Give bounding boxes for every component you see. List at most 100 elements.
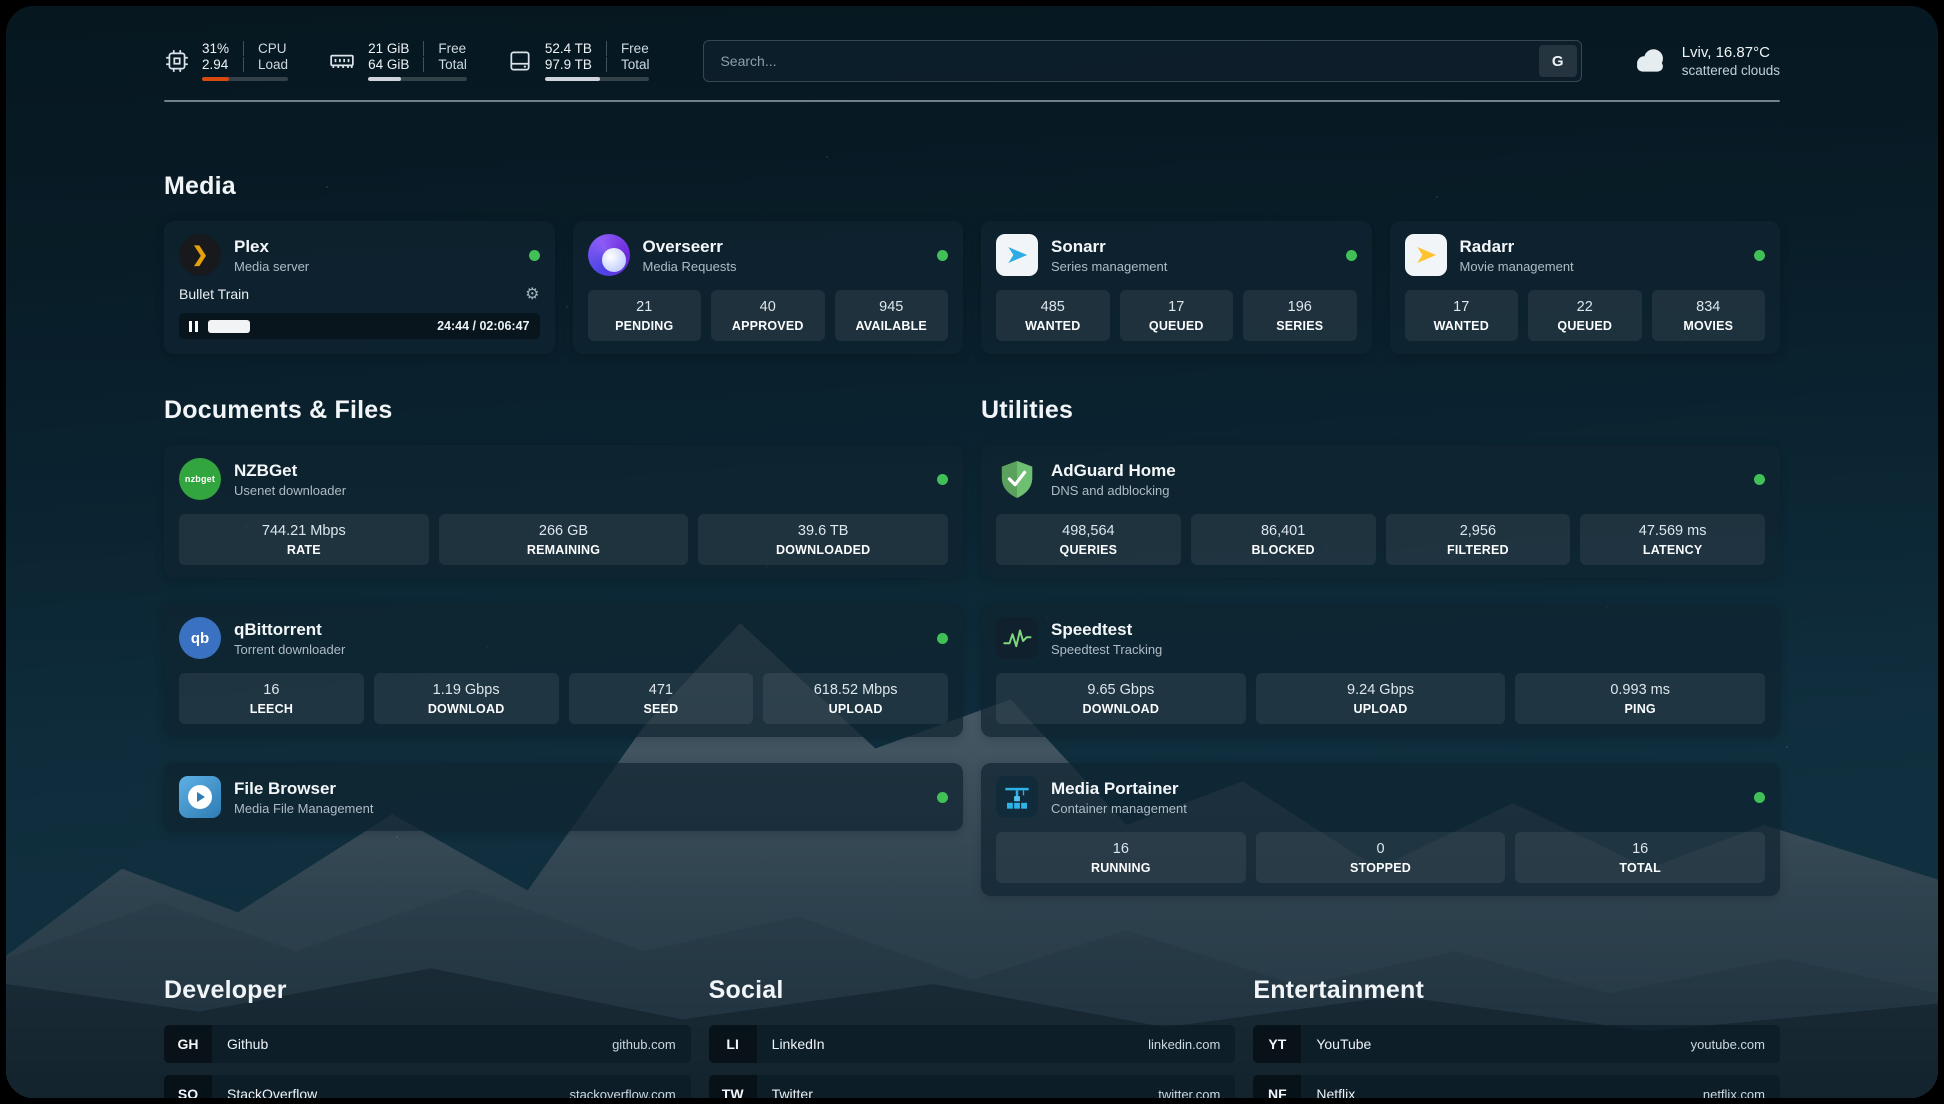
bookmark-name: StackOverflow (212, 1086, 317, 1098)
app-name: Overseerr (643, 237, 737, 257)
bookmark-name: LinkedIn (757, 1036, 825, 1052)
disk-free-value: 52.4 TB (545, 41, 606, 56)
bookmark-name: Twitter (757, 1086, 813, 1098)
seek-track[interactable] (208, 320, 427, 333)
bookmark-abbr: YT (1253, 1025, 1301, 1063)
app-name: Speedtest (1051, 620, 1162, 640)
overseerr-icon (588, 234, 630, 276)
stat-queries: 498,564QUERIES (996, 514, 1181, 565)
stat-download: 1.19 GbpsDOWNLOAD (374, 673, 559, 724)
disk-total-value: 97.9 TB (545, 57, 606, 72)
utilities-column: Utilities AdGuard Home DNS and (981, 396, 1780, 922)
pause-icon[interactable] (189, 321, 198, 332)
disk-total-label: Total (606, 57, 650, 72)
cpu-percent: 31% (202, 41, 243, 56)
bookmark-url: twitter.com (1158, 1087, 1235, 1099)
stat-blocked: 86,401BLOCKED (1191, 514, 1376, 565)
memory-total-value: 64 GiB (368, 57, 423, 72)
app-subtitle: Series management (1051, 259, 1167, 274)
dashboard-screen: 31% CPU 2.94 Load (6, 6, 1938, 1098)
stat-series: 196SERIES (1243, 290, 1357, 341)
adguard-card[interactable]: AdGuard Home DNS and adblocking 498,564Q… (981, 445, 1780, 578)
status-online-dot (1346, 250, 1357, 261)
status-online-dot (529, 250, 540, 261)
stat-rate: 744.21 MbpsRATE (179, 514, 429, 565)
app-name: Radarr (1460, 237, 1574, 257)
overseerr-card[interactable]: Overseerr Media Requests 21PENDING 40APP… (573, 221, 964, 354)
plex-card[interactable]: ❯ Plex Media server Bullet Train ⚙ 24:44… (164, 221, 555, 354)
stat-total: 16TOTAL (1515, 832, 1765, 883)
stat-seed: 471SEED (569, 673, 754, 724)
search-bar: G (703, 40, 1581, 82)
stat-queued: 17QUEUED (1120, 290, 1234, 341)
bookmark-linkedin[interactable]: LI LinkedIn linkedin.com (709, 1025, 1236, 1063)
section-title-entertainment: Entertainment (1253, 976, 1780, 1005)
social-bookmarks: Social LI LinkedIn linkedin.com TW Twitt… (709, 976, 1236, 1098)
speedtest-card[interactable]: Speedtest Speedtest Tracking 9.65 GbpsDO… (981, 604, 1780, 737)
now-playing-title: Bullet Train (179, 286, 249, 302)
radarr-card[interactable]: Radarr Movie management 17WANTED 22QUEUE… (1390, 221, 1781, 354)
bookmark-youtube[interactable]: YT YouTube youtube.com (1253, 1025, 1780, 1063)
disk-icon (507, 48, 533, 74)
app-subtitle: Torrent downloader (234, 642, 345, 657)
app-subtitle: Media File Management (234, 801, 373, 816)
nzbget-icon: nzbget (179, 458, 221, 500)
cloud-icon (1630, 46, 1670, 76)
topbar: 31% CPU 2.94 Load (164, 40, 1780, 82)
cpu-icon (164, 48, 190, 74)
system-metrics: 31% CPU 2.94 Load (164, 41, 649, 81)
bookmark-github[interactable]: GH Github github.com (164, 1025, 691, 1063)
stat-pending: 21PENDING (588, 290, 702, 341)
app-subtitle: Usenet downloader (234, 483, 346, 498)
bookmark-netflix[interactable]: NF Netflix netflix.com (1253, 1075, 1780, 1098)
bookmark-abbr: LI (709, 1025, 757, 1063)
nzbget-card[interactable]: nzbget NZBGet Usenet downloader 744.21 M… (164, 445, 963, 578)
stat-running: 16RUNNING (996, 832, 1246, 883)
stat-upload: 9.24 GbpsUPLOAD (1256, 673, 1506, 724)
cpu-widget: 31% CPU 2.94 Load (164, 41, 288, 81)
cpu-load-value: 2.94 (202, 57, 243, 72)
media-grid: ❯ Plex Media server Bullet Train ⚙ 24:44… (164, 221, 1780, 354)
cpu-load-label: Load (243, 57, 288, 72)
bookmark-url: github.com (612, 1037, 691, 1052)
stat-wanted: 485WANTED (996, 290, 1110, 341)
portainer-card[interactable]: Media Portainer Container management 16R… (981, 763, 1780, 896)
bookmark-name: YouTube (1301, 1036, 1371, 1052)
memory-free-value: 21 GiB (368, 41, 423, 56)
bookmark-url: youtube.com (1691, 1037, 1780, 1052)
stat-downloaded: 39.6 TBDOWNLOADED (698, 514, 948, 565)
search-engine-button[interactable]: G (1539, 45, 1577, 77)
memory-total-label: Total (423, 57, 467, 72)
bookmark-abbr: NF (1253, 1075, 1301, 1098)
plex-icon: ❯ (179, 234, 221, 276)
disk-widget: 52.4 TB Free 97.9 TB Total (507, 41, 650, 81)
sonarr-card[interactable]: Sonarr Series management 485WANTED 17QUE… (981, 221, 1372, 354)
bookmark-stackoverflow[interactable]: SO StackOverflow stackoverflow.com (164, 1075, 691, 1098)
bookmark-abbr: SO (164, 1075, 212, 1098)
bookmark-url: stackoverflow.com (569, 1087, 690, 1099)
section-title-media: Media (164, 172, 1780, 201)
stat-leech: 16LEECH (179, 673, 364, 724)
bookmark-name: Github (212, 1036, 268, 1052)
bookmark-twitter[interactable]: TW Twitter twitter.com (709, 1075, 1236, 1098)
topbar-divider (164, 100, 1780, 102)
search-input[interactable] (703, 40, 1581, 82)
filebrowser-card[interactable]: File Browser Media File Management (164, 763, 963, 831)
documents-column: Documents & Files nzbget NZBGet Usenet d… (164, 396, 963, 922)
portainer-crane-icon (996, 776, 1038, 818)
qbittorrent-card[interactable]: qb qBittorrent Torrent downloader 16LEEC… (164, 604, 963, 737)
playback-progress-bar[interactable]: 24:44 / 02:06:47 (179, 313, 540, 339)
stat-latency: 47.569 msLATENCY (1580, 514, 1765, 565)
settings-gear-icon[interactable]: ⚙ (525, 284, 539, 304)
memory-free-label: Free (423, 41, 467, 56)
developer-bookmarks: Developer GH Github github.com SO StackO… (164, 976, 691, 1098)
stat-queued: 22QUEUED (1528, 290, 1642, 341)
bookmark-abbr: TW (709, 1075, 757, 1098)
stat-stopped: 0STOPPED (1256, 832, 1506, 883)
speedtest-icon (996, 617, 1038, 659)
bookmark-url: linkedin.com (1148, 1037, 1235, 1052)
stat-download: 9.65 GbpsDOWNLOAD (996, 673, 1246, 724)
status-online-dot (937, 474, 948, 485)
radarr-icon (1405, 234, 1447, 276)
status-online-dot (937, 250, 948, 261)
